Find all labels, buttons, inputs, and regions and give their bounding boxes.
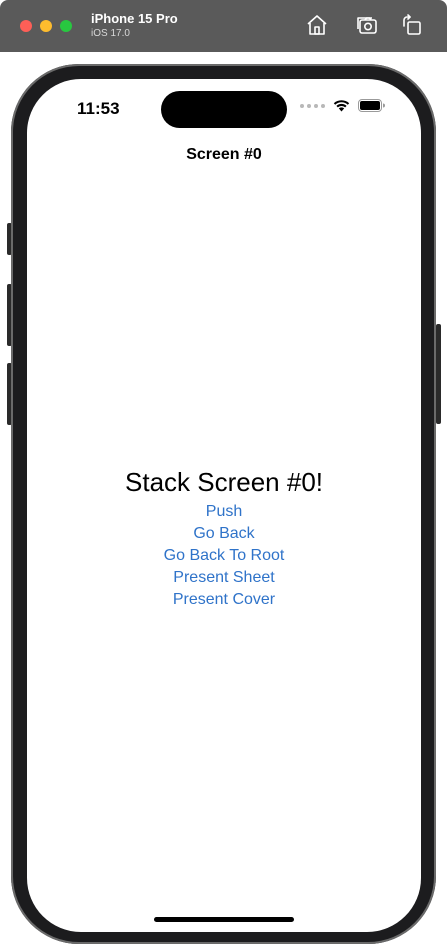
screen-heading: Stack Screen #0!: [125, 467, 323, 497]
minimize-window-button[interactable]: [40, 20, 52, 32]
close-window-button[interactable]: [20, 20, 32, 32]
zoom-window-button[interactable]: [60, 20, 72, 32]
status-time: 11:53: [77, 99, 120, 118]
go-back-to-root-button[interactable]: Go Back To Root: [164, 545, 285, 567]
rotate-icon[interactable]: [400, 13, 424, 37]
home-indicator[interactable]: [154, 917, 294, 922]
cellular-signal-icon: [300, 103, 325, 108]
wifi-icon: [333, 99, 350, 112]
os-version: iOS 17.0: [91, 28, 130, 39]
screenshot-icon[interactable]: [355, 13, 379, 37]
dynamic-island: [161, 91, 287, 128]
phone-screen: 11:53 Screen #0 Stack Screen #0! Push Go…: [27, 79, 421, 932]
power-button[interactable]: [436, 324, 441, 424]
main-content: Stack Screen #0! Push Go Back Go Back To…: [27, 465, 421, 611]
device-name: iPhone 15 Pro: [91, 11, 178, 26]
simulator-window: iPhone 15 Pro iOS 17.0 11:53 Screen #0 S…: [0, 0, 447, 950]
nav-title: Screen #0: [186, 146, 262, 163]
home-icon[interactable]: [305, 13, 329, 37]
present-sheet-button[interactable]: Present Sheet: [173, 567, 274, 589]
push-button[interactable]: Push: [206, 501, 242, 523]
battery-icon: [358, 99, 385, 112]
present-cover-button[interactable]: Present Cover: [173, 589, 275, 611]
simulator-titlebar: iPhone 15 Pro iOS 17.0: [0, 0, 447, 52]
status-indicators: [300, 99, 385, 112]
go-back-button[interactable]: Go Back: [193, 523, 254, 545]
